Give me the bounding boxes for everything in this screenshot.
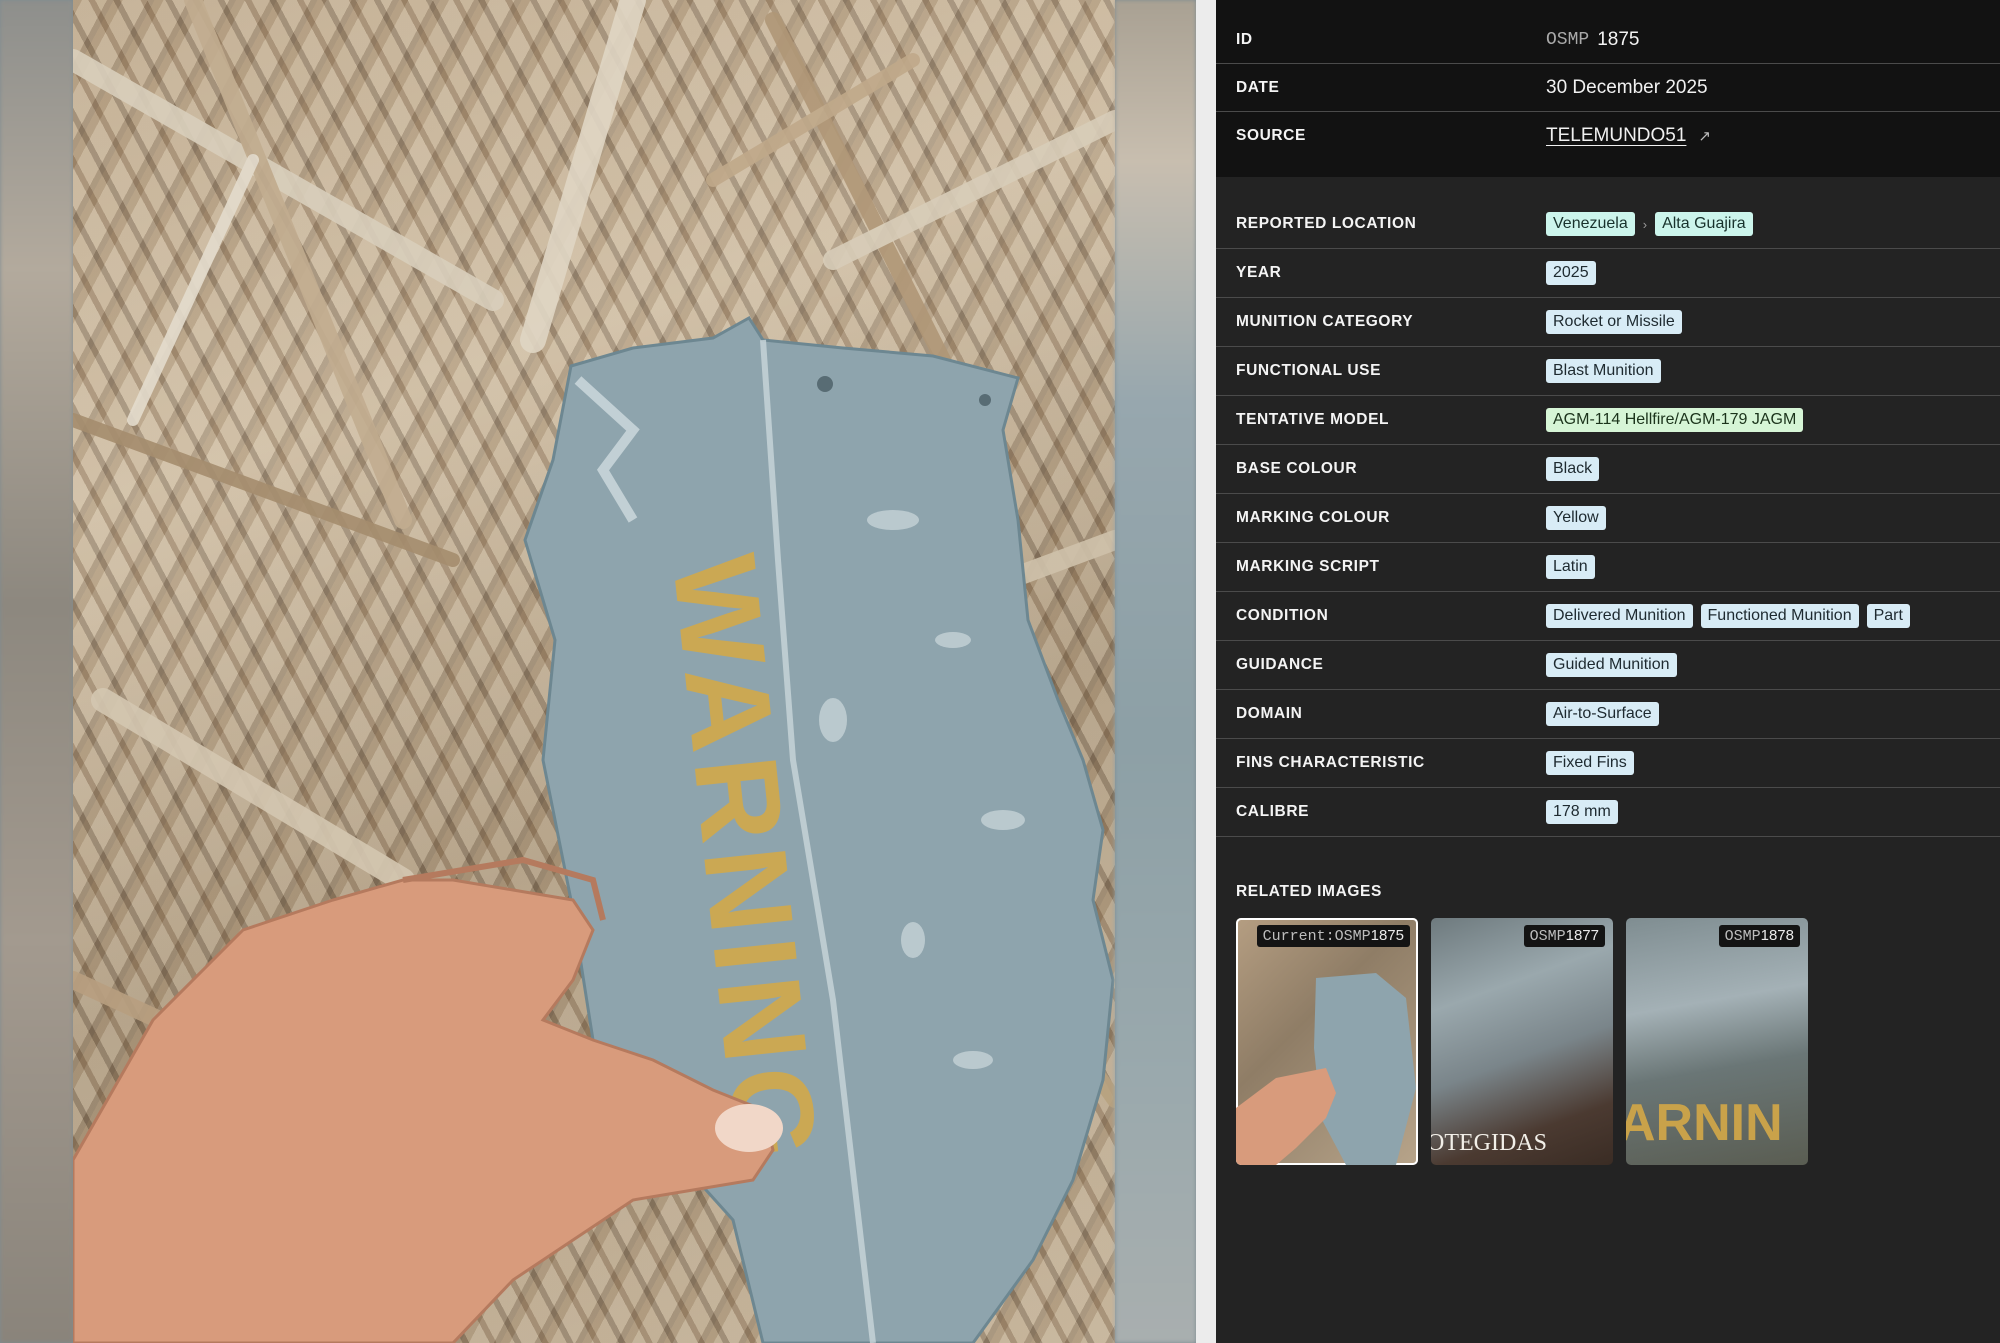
thumbnail-id-badge: Current:OSMP1875 bbox=[1256, 925, 1410, 947]
tag-guidance[interactable]: Guided Munition bbox=[1546, 653, 1677, 677]
id-value: OSMP 1875 bbox=[1546, 29, 1640, 51]
tag-country[interactable]: Venezuela bbox=[1546, 212, 1635, 236]
viewer-scrollbar[interactable] bbox=[1196, 0, 1216, 1343]
attr-label: BASE COLOUR bbox=[1236, 460, 1358, 477]
attr-label: MUNITION CATEGORY bbox=[1236, 313, 1414, 330]
external-link-icon: ↗ bbox=[1698, 128, 1711, 145]
thumbnail-id-badge: OSMP1878 bbox=[1718, 925, 1800, 947]
attr-row-fins-characteristic: FINS CHARACTERISTIC Fixed Fins bbox=[1216, 739, 2000, 788]
date-label: DATE bbox=[1236, 78, 1280, 96]
source-label: SOURCE bbox=[1236, 127, 1306, 144]
attr-label: DOMAIN bbox=[1236, 705, 1303, 722]
attr-row-functional-use: FUNCTIONAL USE Blast Munition bbox=[1216, 347, 2000, 396]
attr-tags: Rocket or Missile bbox=[1546, 310, 1682, 334]
attr-label: GUIDANCE bbox=[1236, 656, 1324, 673]
attribute-list: REPORTED LOCATION Venezuela › Alta Guaji… bbox=[1216, 177, 2000, 837]
attr-label: YEAR bbox=[1236, 264, 1282, 281]
thumbnail-id-badge: OSMP1877 bbox=[1523, 925, 1605, 947]
related-images-title: RELATED IMAGES bbox=[1236, 883, 1382, 900]
attr-label: CALIBRE bbox=[1236, 803, 1310, 820]
attr-label: MARKING SCRIPT bbox=[1236, 558, 1380, 575]
attr-row-marking-colour: MARKING COLOUR Yellow bbox=[1216, 494, 2000, 543]
attr-row-base-colour: BASE COLOUR Black bbox=[1216, 445, 2000, 494]
tag-tentative-model[interactable]: AGM-114 Hellfire/AGM-179 JAGM bbox=[1546, 408, 1804, 432]
attr-tags: 178 mm bbox=[1546, 800, 1618, 824]
tag-base-colour[interactable]: Black bbox=[1546, 457, 1600, 481]
tag-calibre[interactable]: 178 mm bbox=[1546, 800, 1618, 824]
attr-tags: Delivered Munition Functioned Munition P… bbox=[1546, 604, 1910, 628]
tag-condition[interactable]: Functioned Munition bbox=[1700, 604, 1859, 628]
id-prefix: OSMP bbox=[1546, 29, 1590, 50]
attr-label: CONDITION bbox=[1236, 607, 1329, 624]
attr-row-reported-location: REPORTED LOCATION Venezuela › Alta Guaji… bbox=[1216, 200, 2000, 249]
tag-condition[interactable]: Part bbox=[1866, 604, 1910, 628]
attr-label: REPORTED LOCATION bbox=[1236, 215, 1417, 232]
attr-tags: Yellow bbox=[1546, 506, 1606, 530]
details-panel: ID OSMP 1875 DATE 30 December 2025 SOURCE… bbox=[1216, 0, 2000, 1343]
source-row: SOURCE TELEMUNDO51 ↗ bbox=[1216, 112, 2000, 160]
source-link[interactable]: TELEMUNDO51 bbox=[1546, 125, 1686, 147]
attr-label: FINS CHARACTERISTIC bbox=[1236, 754, 1425, 771]
attr-row-year: YEAR 2025 bbox=[1216, 249, 2000, 298]
attr-label: TENTATIVE MODEL bbox=[1236, 411, 1390, 428]
attr-row-domain: DOMAIN Air-to-Surface bbox=[1216, 690, 2000, 739]
image-viewer[interactable]: WARNING bbox=[0, 0, 1196, 1343]
fragment-rivet-hole bbox=[817, 376, 833, 392]
related-thumbnail[interactable]: ARNIN OSMP1878 bbox=[1626, 918, 1808, 1165]
attr-tags: Guided Munition bbox=[1546, 653, 1677, 677]
attr-tags: Blast Munition bbox=[1546, 359, 1661, 383]
tag-region[interactable]: Alta Guajira bbox=[1655, 212, 1753, 236]
related-thumbnail[interactable]: OTEGIDAS OSMP1877 bbox=[1431, 918, 1613, 1165]
id-label: ID bbox=[1236, 30, 1253, 48]
thumbnail-illustration bbox=[1236, 973, 1416, 1165]
attr-row-condition: CONDITION Delivered Munition Functioned … bbox=[1216, 592, 2000, 641]
date-row: DATE 30 December 2025 bbox=[1216, 64, 2000, 112]
viewer-blur-backdrop-left bbox=[0, 0, 73, 1343]
tag-domain[interactable]: Air-to-Surface bbox=[1546, 702, 1659, 726]
munition-photo: WARNING bbox=[73, 0, 1115, 1343]
attr-row-calibre: CALIBRE 178 mm bbox=[1216, 788, 2000, 837]
attr-label: MARKING COLOUR bbox=[1236, 509, 1390, 526]
attr-tags: Venezuela › Alta Guajira bbox=[1546, 212, 1753, 236]
id-row: ID OSMP 1875 bbox=[1216, 16, 2000, 64]
attr-tags: 2025 bbox=[1546, 261, 1596, 285]
thumbnail-illustration: ARNIN bbox=[1626, 1094, 1783, 1152]
attr-row-tentative-model: TENTATIVE MODEL AGM-114 Hellfire/AGM-179… bbox=[1216, 396, 2000, 445]
thumbnail-overlay-text: OTEGIDAS bbox=[1431, 1130, 1547, 1156]
source-value: TELEMUNDO51 ↗ bbox=[1546, 125, 1711, 147]
tag-year[interactable]: 2025 bbox=[1546, 261, 1596, 285]
attr-tags: AGM-114 Hellfire/AGM-179 JAGM bbox=[1546, 408, 1804, 432]
record-header: ID OSMP 1875 DATE 30 December 2025 SOURCE… bbox=[1216, 0, 2000, 177]
tag-functional-use[interactable]: Blast Munition bbox=[1546, 359, 1661, 383]
photo-illustration: WARNING bbox=[73, 0, 1115, 1343]
chevron-right-icon: › bbox=[1642, 216, 1648, 232]
id-number: 1875 bbox=[1597, 28, 1640, 50]
attr-row-guidance: GUIDANCE Guided Munition bbox=[1216, 641, 2000, 690]
attr-row-marking-script: MARKING SCRIPT Latin bbox=[1216, 543, 2000, 592]
thumbnail-overlay-text: ARNIN bbox=[1626, 1094, 1783, 1152]
attr-tags: Black bbox=[1546, 457, 1600, 481]
tag-fins-characteristic[interactable]: Fixed Fins bbox=[1546, 751, 1634, 775]
related-images-list: Current:OSMP1875 OTEGIDAS OSMP1877 ARNIN… bbox=[1236, 918, 2000, 1165]
tag-marking-colour[interactable]: Yellow bbox=[1546, 506, 1606, 530]
tag-marking-script[interactable]: Latin bbox=[1546, 555, 1595, 579]
fragment-rivet-hole bbox=[979, 394, 991, 406]
tag-condition[interactable]: Delivered Munition bbox=[1546, 604, 1693, 628]
attr-tags: Fixed Fins bbox=[1546, 751, 1634, 775]
thumbnail-illustration: OTEGIDAS bbox=[1431, 1130, 1547, 1156]
attr-label: FUNCTIONAL USE bbox=[1236, 362, 1382, 379]
attr-tags: Latin bbox=[1546, 555, 1595, 579]
attr-row-munition-category: MUNITION CATEGORY Rocket or Missile bbox=[1216, 298, 2000, 347]
related-thumbnail-current[interactable]: Current:OSMP1875 bbox=[1236, 918, 1418, 1165]
attr-tags: Air-to-Surface bbox=[1546, 702, 1659, 726]
fingernail bbox=[715, 1104, 783, 1152]
tag-munition-category[interactable]: Rocket or Missile bbox=[1546, 310, 1682, 334]
viewer-blur-backdrop-right bbox=[1115, 0, 1196, 1343]
date-value: 30 December 2025 bbox=[1546, 76, 1708, 98]
related-images-section: RELATED IMAGES Current:OSMP1875 OTEGIDAS… bbox=[1216, 837, 2000, 1165]
